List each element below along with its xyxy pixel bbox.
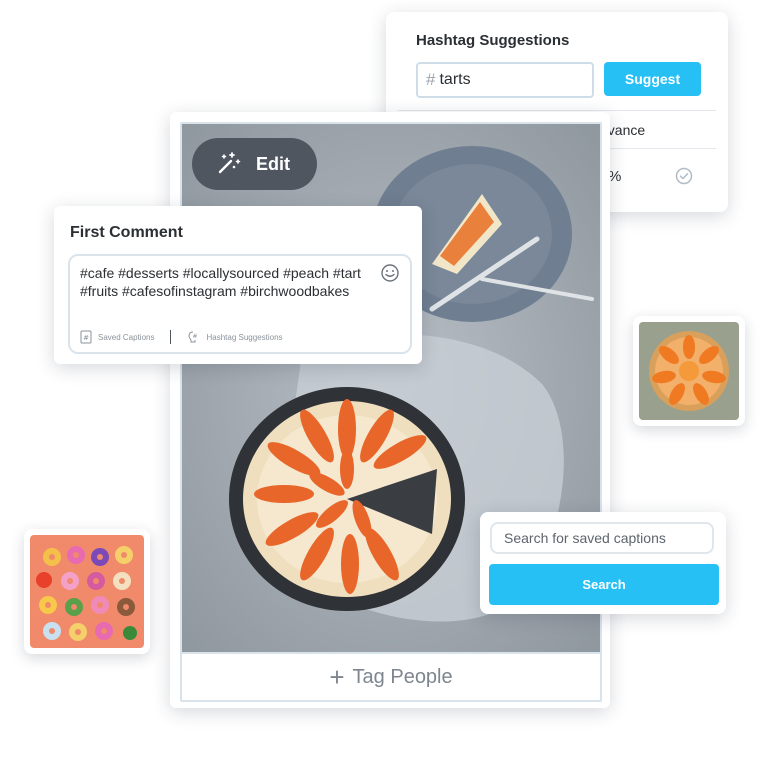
donuts-thumbnail-image xyxy=(30,535,144,648)
edit-button[interactable]: Edit xyxy=(192,138,317,190)
comment-footer: # Saved Captions # Hashtag Suggestions xyxy=(80,330,283,344)
first-comment-title: First Comment xyxy=(70,224,183,241)
post-preview-card: + Tag People xyxy=(170,112,610,708)
edit-label: Edit xyxy=(256,153,290,174)
saved-captions-link[interactable]: Saved Captions xyxy=(98,333,154,342)
hashtag-panel-title: Hashtag Suggestions xyxy=(416,32,570,49)
relevance-value: % xyxy=(608,168,622,185)
hashtag-suggestions-link[interactable]: Hashtag Suggestions xyxy=(206,333,282,342)
hash-icon: # xyxy=(426,70,436,89)
tag-people-button[interactable]: + Tag People xyxy=(182,652,600,700)
saved-captions-search-input[interactable]: Search for saved captions xyxy=(490,522,714,554)
hashtag-suggestions-icon: # xyxy=(188,331,198,343)
divider xyxy=(398,110,716,111)
magic-wand-icon xyxy=(218,152,241,174)
search-button[interactable]: Search xyxy=(489,564,719,605)
donuts-thumbnail[interactable] xyxy=(24,529,150,654)
svg-text:#: # xyxy=(83,334,89,342)
suggest-button[interactable]: Suggest xyxy=(604,62,701,96)
first-comment-panel: First Comment #cafe #desserts #locallyso… xyxy=(54,206,422,364)
saved-captions-search-panel: Search for saved captions Search xyxy=(480,512,726,614)
tart-thumbnail-image xyxy=(639,322,739,420)
tag-people-label: Tag People xyxy=(352,665,453,688)
plus-icon: + xyxy=(329,661,345,692)
first-comment-text: #cafe #desserts #locallysourced #peach #… xyxy=(80,265,361,299)
first-comment-textarea[interactable]: #cafe #desserts #locallysourced #peach #… xyxy=(68,254,412,354)
hashtag-input[interactable]: # tarts xyxy=(416,62,594,98)
emoji-icon[interactable] xyxy=(380,263,400,283)
tart-thumbnail[interactable] xyxy=(633,316,745,426)
divider xyxy=(170,330,172,344)
saved-captions-icon: # xyxy=(80,330,92,344)
svg-text:#: # xyxy=(193,333,198,340)
check-circle-icon[interactable] xyxy=(675,167,693,185)
hashtag-input-value: tarts xyxy=(439,71,471,88)
